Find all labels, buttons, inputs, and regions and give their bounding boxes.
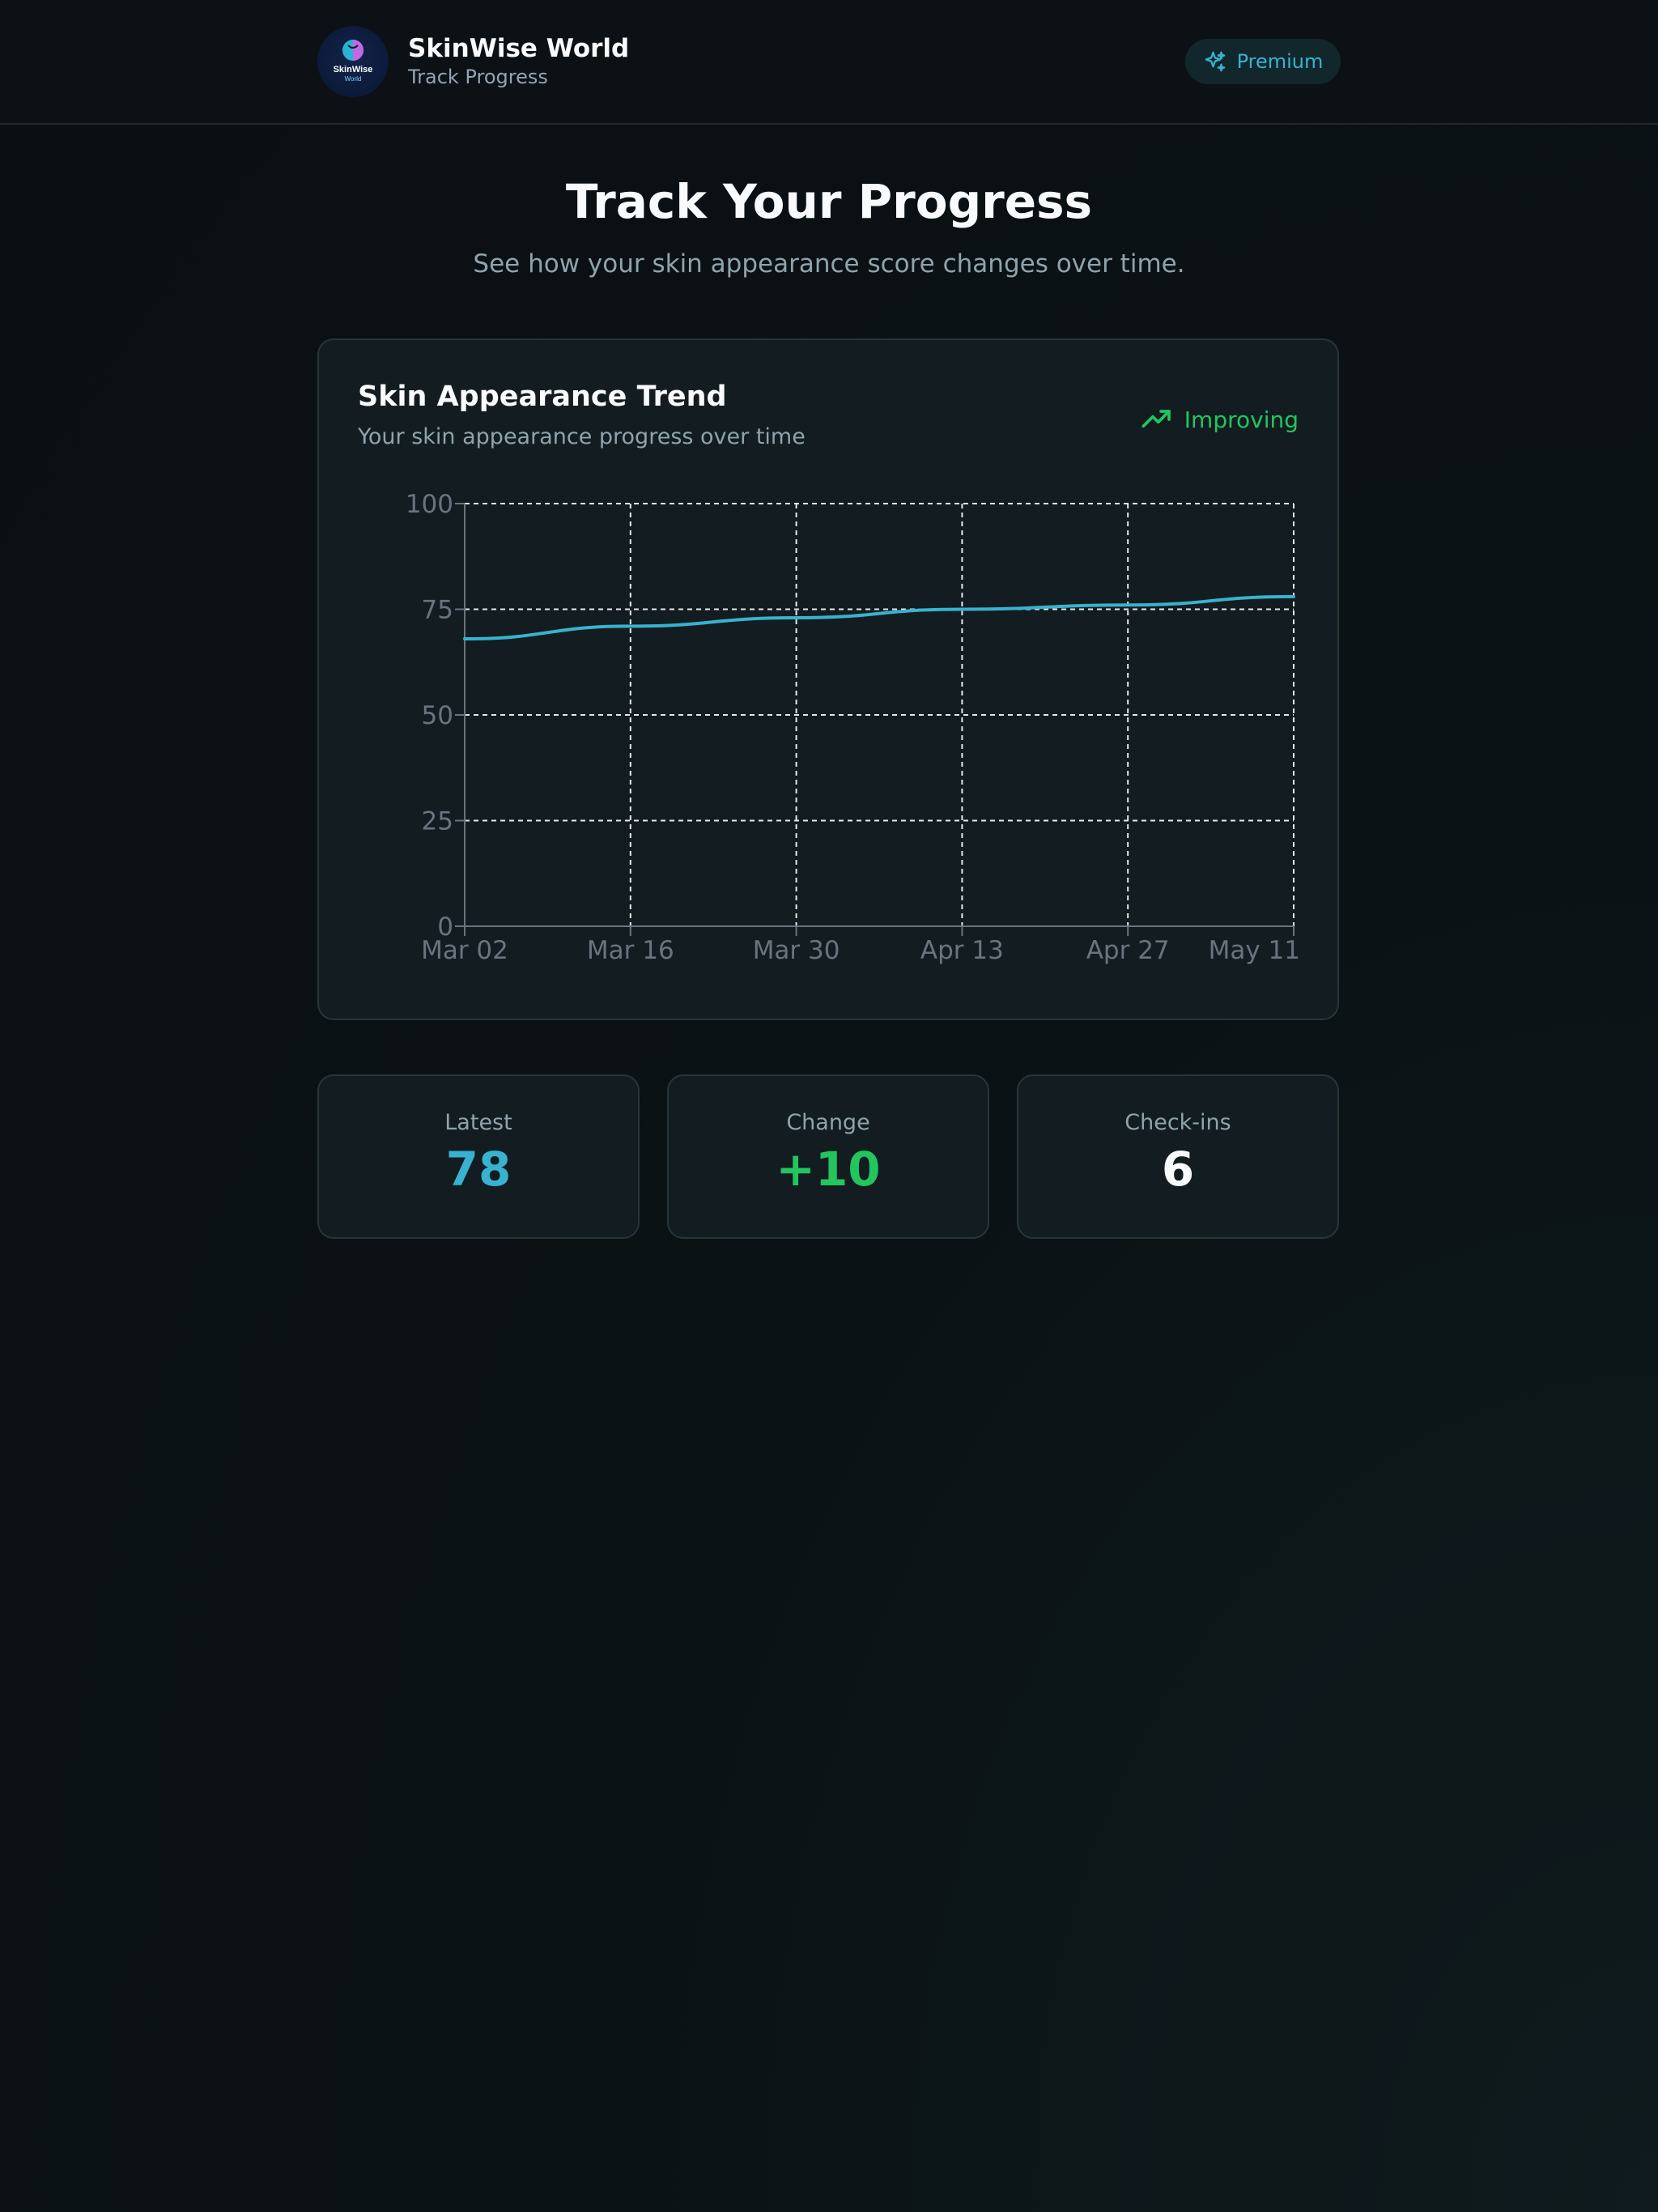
app-name: SkinWise World bbox=[408, 34, 630, 63]
trend-card: Skin Appearance Trend Your skin appearan… bbox=[317, 338, 1339, 1020]
x-tick-label: Mar 16 bbox=[587, 936, 674, 965]
logo-text-bottom: World bbox=[345, 75, 362, 83]
stat-latest-label: Latest bbox=[444, 1110, 512, 1135]
stat-change: Change +10 bbox=[667, 1074, 989, 1239]
x-tick-label: Mar 02 bbox=[421, 936, 508, 965]
y-tick-label: 75 bbox=[422, 596, 453, 625]
app-subtitle: Track Progress bbox=[408, 66, 548, 88]
premium-button[interactable]: Premium bbox=[1185, 39, 1341, 84]
app-logo: SkinWise World bbox=[317, 26, 389, 97]
series-line bbox=[463, 594, 1295, 641]
page-title: Track Your Progress bbox=[565, 174, 1093, 229]
app-header: SkinWise World SkinWise World Track Prog… bbox=[0, 0, 1658, 125]
stat-checkins-label: Check-ins bbox=[1124, 1110, 1231, 1135]
y-tick-label: 25 bbox=[422, 807, 453, 836]
stat-checkins-value: 6 bbox=[1161, 1142, 1195, 1197]
stat-checkins: Check-ins 6 bbox=[1017, 1074, 1339, 1239]
trend-chart: 0255075100Mar 02 Mar 16 Mar 30 Apr 13 Apr 27… bbox=[406, 490, 1300, 965]
x-tick-label: Apr 27 bbox=[1086, 936, 1170, 965]
x-tick-label: Mar 30 bbox=[753, 936, 840, 965]
stat-latest: Latest 78 bbox=[317, 1074, 640, 1239]
stat-change-label: Change bbox=[786, 1110, 870, 1135]
premium-label: Premium bbox=[1236, 50, 1324, 73]
y-tick-label: 50 bbox=[422, 701, 453, 730]
x-tick-label: May 11 bbox=[1209, 936, 1300, 965]
logo-text-top: SkinWise bbox=[334, 65, 373, 74]
stat-latest-value: 78 bbox=[445, 1142, 512, 1197]
x-tick-label: Apr 13 bbox=[920, 936, 1004, 965]
y-tick-label: 100 bbox=[406, 490, 453, 519]
stat-change-value: +10 bbox=[776, 1142, 881, 1197]
brand[interactable]: SkinWise World SkinWise World Track Prog… bbox=[317, 26, 629, 97]
page-subtitle: See how your skin appearance score chang… bbox=[473, 249, 1185, 279]
sparkles-icon bbox=[1205, 51, 1225, 72]
